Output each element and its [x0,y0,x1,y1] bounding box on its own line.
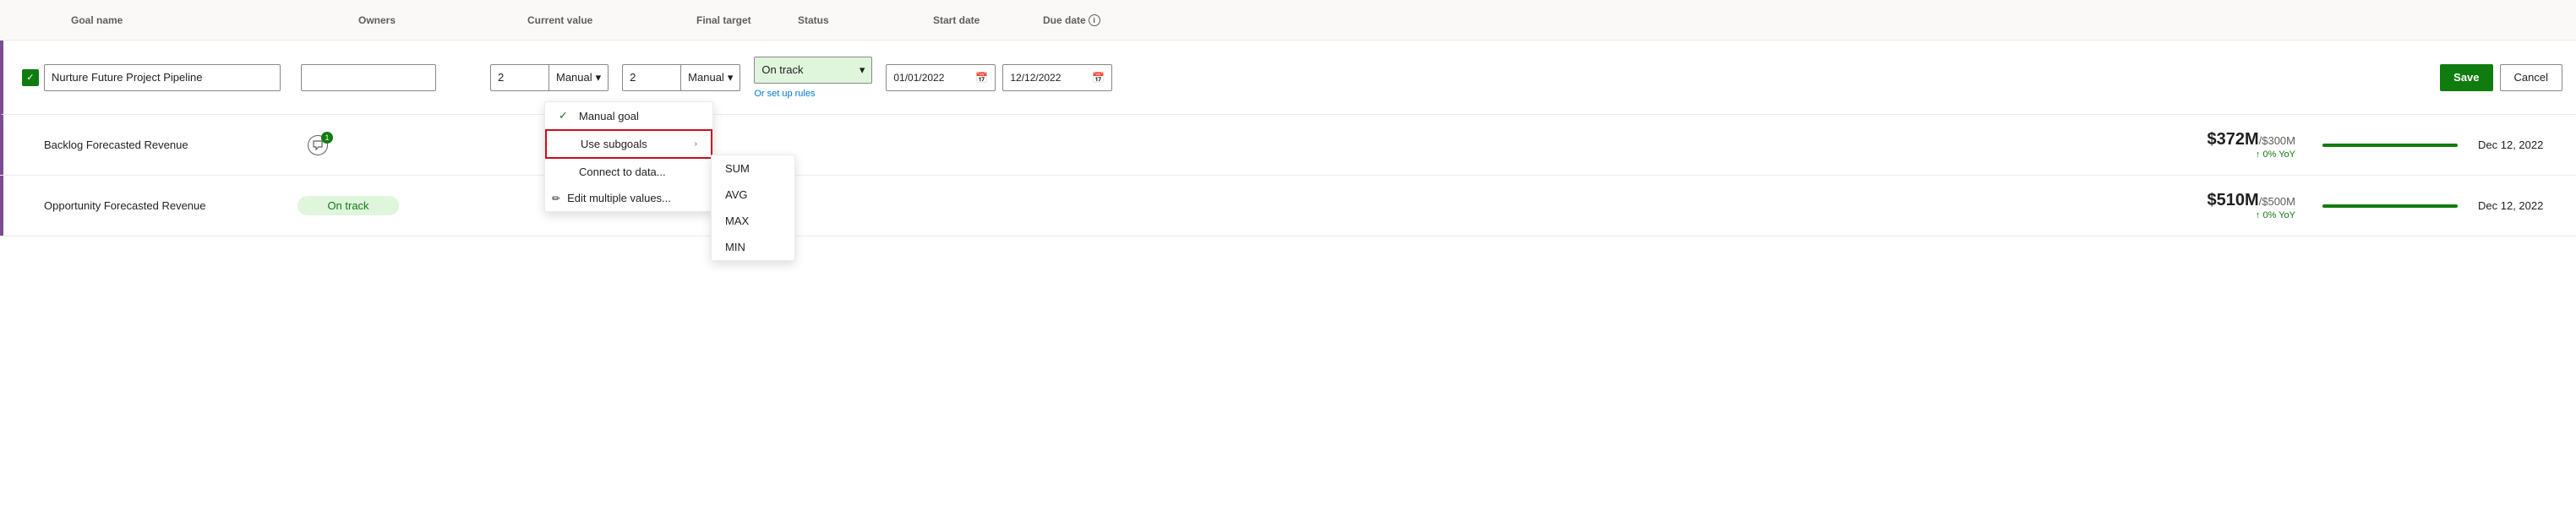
header-start-date: Start date [933,14,1043,26]
menu-edit-multiple-label: Edit multiple values... [567,192,671,204]
subgoals-submenu: SUM AVG MAX MIN [711,155,795,261]
start-date-input[interactable]: 01/01/2022 📅 [886,64,996,91]
current-method-label: Manual [556,71,592,84]
menu-item-manual-goal[interactable]: ✓ Manual goal [545,102,712,129]
header-owners: Owners [358,14,527,26]
owners-input[interactable] [301,64,436,91]
due-date-group: 12/12/2022 📅 [1002,64,1112,91]
menu-connect-data-label: Connect to data... [579,166,666,178]
start-date-calendar-icon: 📅 [975,72,988,84]
row-1-progress-track [2322,144,2458,147]
data-row-2: Opportunity Forecasted Revenue On track … [0,176,2576,236]
comment-count-1: 1 [321,132,333,144]
submenu-arrow-icon: › [695,139,697,149]
pencil-icon: ✏ [552,193,560,204]
final-target-group: Manual ▾ [622,64,740,91]
status-label: On track [761,63,803,76]
row-2-big-value: $510M [2207,191,2258,209]
row-1-big-value: $372M [2207,130,2258,149]
header-final-target: Final target [696,14,798,26]
row-2-progress-track [2322,204,2458,208]
menu-item-connect-data[interactable]: Connect to data... [545,159,712,185]
submenu-item-min[interactable]: MIN [712,234,794,260]
row-border-2 [0,176,3,236]
menu-manual-goal-label: Manual goal [579,110,639,122]
final-target-inputs: Manual ▾ [622,64,740,91]
final-target-input[interactable] [622,64,681,91]
set-up-rules-link[interactable]: Or set up rules [754,89,872,99]
status-dropdown[interactable]: On track ▾ [754,57,872,84]
action-buttons: Save Cancel [2440,64,2562,91]
menu-item-use-subgoals[interactable]: Use subgoals › SUM AVG MAX MIN [545,129,712,159]
dropdown-menu: ✓ Manual goal Use subgoals › SUM AVG MAX… [544,101,713,212]
current-dropdown-arrow: ▾ [596,71,602,84]
save-button[interactable]: Save [2440,64,2492,91]
row-1-progress-fill [2322,144,2458,147]
checkbox-area: ✓ [17,69,44,86]
cancel-button[interactable]: Cancel [2500,64,2562,91]
submenu-item-sum[interactable]: SUM [712,155,794,182]
row-1-name: Backlog Forecasted Revenue [44,139,297,151]
final-target-dropdown[interactable]: Manual ▾ [681,64,740,91]
header-due-date: Due date i [1043,14,1153,26]
final-target-method-label: Manual [688,71,724,84]
due-date-calendar-icon: 📅 [1092,72,1105,84]
submenu-item-avg[interactable]: AVG [712,182,794,208]
goals-container: Goal name Owners Current value Final tar… [0,0,2576,527]
due-date-info-icon: i [1089,14,1100,26]
goal-name-input[interactable] [44,64,281,91]
goal-name-group [44,64,281,91]
row-1-target: /$300M [2259,134,2295,147]
row-1-comment-badge[interactable]: 1 [308,135,328,155]
data-row-1: Backlog Forecasted Revenue 1 $372M/$300M… [0,115,2576,176]
header-current-value: Current value [527,14,696,26]
status-group: On track ▾ Or set up rules [754,57,872,99]
submenu-item-max[interactable]: MAX [712,208,794,234]
start-date-group: 01/01/2022 📅 [886,64,996,91]
header-status: Status [798,14,933,26]
due-date-value: 12/12/2022 [1010,72,1061,84]
check-icon-mark: ✓ [26,72,34,83]
row-2-name: Opportunity Forecasted Revenue [44,199,297,212]
menu-use-subgoals-label: Use subgoals [581,138,647,150]
row-1-progress-bar [2322,144,2458,147]
row-1-value-display: $372M/$300M ↑ 0% YoY [2143,130,2295,160]
checked-checkbox[interactable]: ✓ [22,69,39,86]
start-date-value: 01/01/2022 [893,72,944,84]
row-1-due-date: Dec 12, 2022 [2478,139,2562,151]
header-row: Goal name Owners Current value Final tar… [0,0,2576,41]
row-2-status-pill: On track [297,196,399,215]
final-target-dropdown-arrow: ▾ [728,71,734,84]
row-2-yoy: ↑ 0% YoY [2143,210,2295,220]
row-2-value-display: $510M/$500M ↑ 0% YoY [2143,191,2295,220]
row-2-due-date: Dec 12, 2022 [2478,199,2562,212]
current-value-input[interactable] [490,64,549,91]
row-1-yoy: ↑ 0% YoY [2143,149,2295,160]
row-2-progress-bar [2322,204,2458,208]
current-method-dropdown[interactable]: Manual ▾ [549,64,609,91]
edit-row: ✓ Manual ▾ [0,41,2576,115]
current-value-group: Manual ▾ [490,64,609,91]
owners-group [301,64,470,91]
row-2-target: /$500M [2259,195,2295,208]
menu-item-edit-multiple[interactable]: ✏ Edit multiple values... [545,185,712,211]
row-2-progress-fill [2322,204,2458,208]
current-value-inputs: Manual ▾ [490,64,609,91]
header-goal-name: Goal name [71,14,358,26]
status-dropdown-arrow: ▾ [860,63,865,77]
due-date-input[interactable]: 12/12/2022 📅 [1002,64,1112,91]
checkmark-icon: ✓ [559,109,572,122]
row-border-1 [0,115,3,175]
